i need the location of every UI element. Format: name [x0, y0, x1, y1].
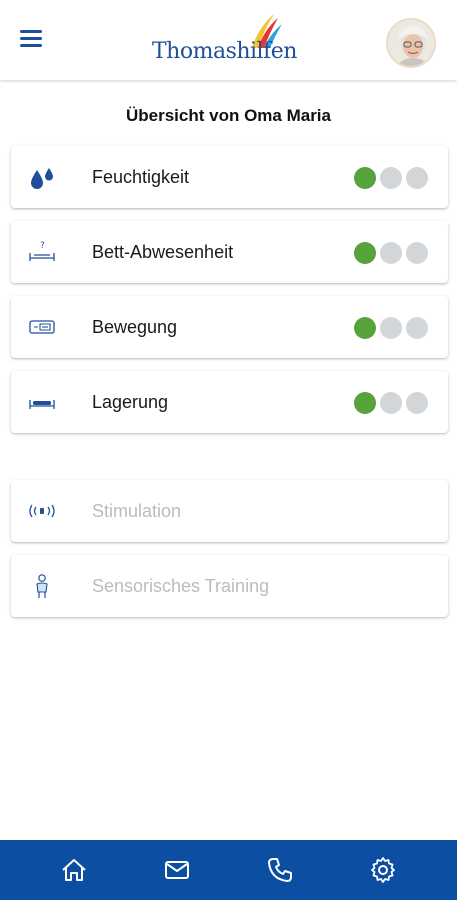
app-header: Thomashilfen	[0, 0, 457, 80]
status-dot	[406, 317, 428, 339]
status-dot-active	[354, 242, 376, 264]
status-dot	[380, 167, 402, 189]
thomashilfen-logo: Thomashilfen	[152, 10, 302, 70]
svg-text:?: ?	[40, 241, 45, 251]
card-stimulation[interactable]: Stimulation	[11, 480, 448, 542]
status-dot	[406, 242, 428, 264]
status-indicator	[350, 242, 428, 264]
status-dot	[380, 317, 402, 339]
status-dot	[406, 392, 428, 414]
bed-position-icon	[29, 400, 55, 409]
status-indicator	[350, 392, 428, 414]
person-training-icon	[36, 574, 48, 598]
logo-text: Thomashilfen	[152, 39, 297, 64]
settings-gear-icon	[371, 857, 396, 883]
status-indicator	[350, 167, 428, 189]
status-dot	[380, 392, 402, 414]
mail-icon	[164, 861, 189, 879]
card-bewegung[interactable]: Bewegung	[11, 296, 448, 358]
bed-question-icon: ?	[29, 241, 55, 261]
status-indicator	[350, 317, 428, 339]
vibration-icon	[29, 504, 55, 518]
card-label: Sensorisches Training	[92, 576, 270, 596]
home-icon	[61, 859, 86, 881]
status-dot	[380, 242, 402, 264]
status-dot	[406, 167, 428, 189]
card-label: Bett-Abwesenheit	[92, 242, 234, 262]
page-title: Übersicht von Oma Maria	[125, 106, 331, 125]
user-avatar[interactable]	[386, 18, 436, 68]
status-dot-active	[354, 392, 376, 414]
status-dot-active	[354, 317, 376, 339]
card-sensorisches-training[interactable]: Sensorisches Training	[11, 555, 448, 617]
bottom-navigation	[0, 840, 457, 900]
card-feuchtigkeit[interactable]: Feuchtigkeit	[11, 146, 448, 208]
nav-messages[interactable]	[157, 850, 197, 890]
avatar-photo	[388, 20, 434, 66]
nav-home[interactable]	[54, 850, 94, 890]
card-label: Lagerung	[92, 392, 169, 412]
card-bett-abwesenheit[interactable]: ? Bett-Abwesenheit	[11, 221, 448, 283]
card-label: Stimulation	[92, 501, 182, 521]
card-label: Bewegung	[92, 317, 178, 337]
hamburger-menu-icon[interactable]	[20, 30, 44, 50]
status-dot-active	[354, 167, 376, 189]
card-label: Feuchtigkeit	[92, 167, 190, 187]
water-drops-icon	[31, 168, 53, 189]
phone-icon	[268, 858, 293, 882]
nav-settings[interactable]	[363, 850, 403, 890]
nav-phone[interactable]	[260, 850, 300, 890]
card-lagerung[interactable]: Lagerung	[11, 371, 448, 433]
movement-sensor-icon	[29, 320, 55, 334]
